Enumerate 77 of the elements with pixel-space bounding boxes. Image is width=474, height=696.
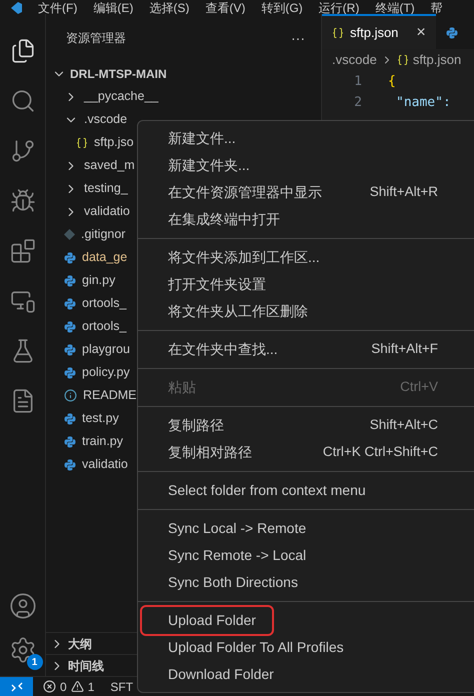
tree-item[interactable]: README <box>83 386 136 405</box>
tree-item[interactable]: .gitignor <box>81 225 126 244</box>
search-icon[interactable] <box>10 88 36 114</box>
tree-item[interactable]: __pycache__ <box>84 87 158 106</box>
menu-item[interactable]: 将文件夹从工作区删除 <box>142 298 464 325</box>
blocks-icon[interactable] <box>10 238 36 264</box>
editor-tab[interactable]: sftp.json × <box>322 14 436 49</box>
workspace-folder[interactable]: DRL-MTSP-MAIN <box>70 64 167 82</box>
menu-item[interactable]: Download Folder <box>142 661 464 688</box>
menu-item[interactable]: Sync Both Directions <box>142 569 464 596</box>
tree-item[interactable]: ortools_ <box>82 294 126 313</box>
braces-icon <box>76 136 88 148</box>
breadcrumb-item[interactable]: sftp.json <box>412 50 462 70</box>
notification-badge: 1 <box>26 654 42 670</box>
menu-item[interactable]: Sync Remote -> Local <box>142 542 464 569</box>
menu-item[interactable]: Select folder from context menu <box>142 477 464 504</box>
error-count[interactable]: 0 <box>60 678 67 696</box>
files-icon[interactable] <box>10 38 36 64</box>
python-icon <box>64 436 76 448</box>
sidebar-title: 资源管理器 <box>66 30 126 47</box>
python-icon <box>64 320 76 332</box>
line-number: 2 <box>353 94 362 112</box>
menu-item[interactable]: 将文件夹添加到工作区... <box>142 244 464 271</box>
tree-item[interactable]: train.py <box>82 432 123 451</box>
tree-item[interactable]: validatio <box>84 202 130 221</box>
python-icon <box>64 298 76 310</box>
warning-icon <box>70 680 84 693</box>
python-icon <box>64 366 76 378</box>
menu-item[interactable]: Sync Local -> Remote <box>142 515 464 542</box>
tree-item[interactable]: gin.py <box>82 271 116 290</box>
tree-item[interactable]: ortools_ <box>82 317 126 336</box>
menu-item[interactable]: Upload Folder <box>142 607 272 634</box>
line-number: 1 <box>353 72 362 91</box>
menu-item[interactable]: 在文件资源管理器中显示 Shift+Alt+R <box>142 179 464 206</box>
panel-header[interactable]: 大纲 <box>68 634 92 652</box>
tree-item[interactable]: data_ge <box>82 248 128 267</box>
braces-icon <box>332 26 344 38</box>
python-icon <box>64 344 76 356</box>
tree-item[interactable]: sftp.jso <box>94 133 134 152</box>
branch-icon[interactable] <box>10 138 36 164</box>
python-icon <box>64 274 76 286</box>
more-actions[interactable]: ··· <box>291 28 305 48</box>
python-icon <box>446 26 458 38</box>
info-icon <box>64 389 77 402</box>
remote-icon <box>10 680 22 692</box>
menu-bar-item[interactable]: 帮 <box>430 2 443 14</box>
tree-item[interactable]: playgrou <box>82 340 130 359</box>
menu-item[interactable]: 复制路径 Shift+Alt+C <box>142 412 464 439</box>
status-item[interactable]: SFT <box>110 678 134 696</box>
remote-button[interactable] <box>0 677 33 696</box>
code-line: "name": <box>395 94 451 112</box>
tree-item[interactable]: .vscode <box>84 110 128 129</box>
tree-item[interactable]: validatio <box>82 455 128 474</box>
bug-icon[interactable] <box>10 188 36 214</box>
account-icon[interactable] <box>8 592 36 620</box>
menu-item[interactable]: Upload Folder To All Profiles <box>142 634 464 661</box>
diamond-icon <box>64 229 75 240</box>
tree-item[interactable]: saved_m <box>84 156 135 175</box>
panel-header[interactable]: 时间线 <box>68 656 104 674</box>
python-icon <box>64 252 76 264</box>
tree-item[interactable]: policy.py <box>82 363 130 382</box>
close-tab[interactable]: × <box>416 20 426 44</box>
tree-item[interactable]: testing_ <box>84 179 128 198</box>
menu-item[interactable]: 在集成终端中打开 <box>142 206 464 233</box>
code-line: { <box>387 72 396 91</box>
python-icon <box>64 458 76 470</box>
menu-item[interactable]: 新建文件夹... <box>142 152 464 179</box>
menu-item[interactable]: 复制相对路径 Ctrl+K Ctrl+Shift+C <box>142 439 464 466</box>
braces-icon <box>396 54 409 66</box>
menu-item[interactable]: 新建文件... <box>142 125 464 152</box>
python-icon <box>64 412 76 424</box>
tree-item[interactable]: test.py <box>82 409 119 428</box>
breadcrumb-item[interactable]: .vscode <box>332 50 377 70</box>
warning-count[interactable]: 1 <box>88 678 94 696</box>
menu-item[interactable]: 在文件夹中查找... Shift+Alt+F <box>142 336 464 363</box>
menu-item[interactable]: 打开文件夹设置 <box>142 271 464 298</box>
error-icon <box>43 680 56 693</box>
